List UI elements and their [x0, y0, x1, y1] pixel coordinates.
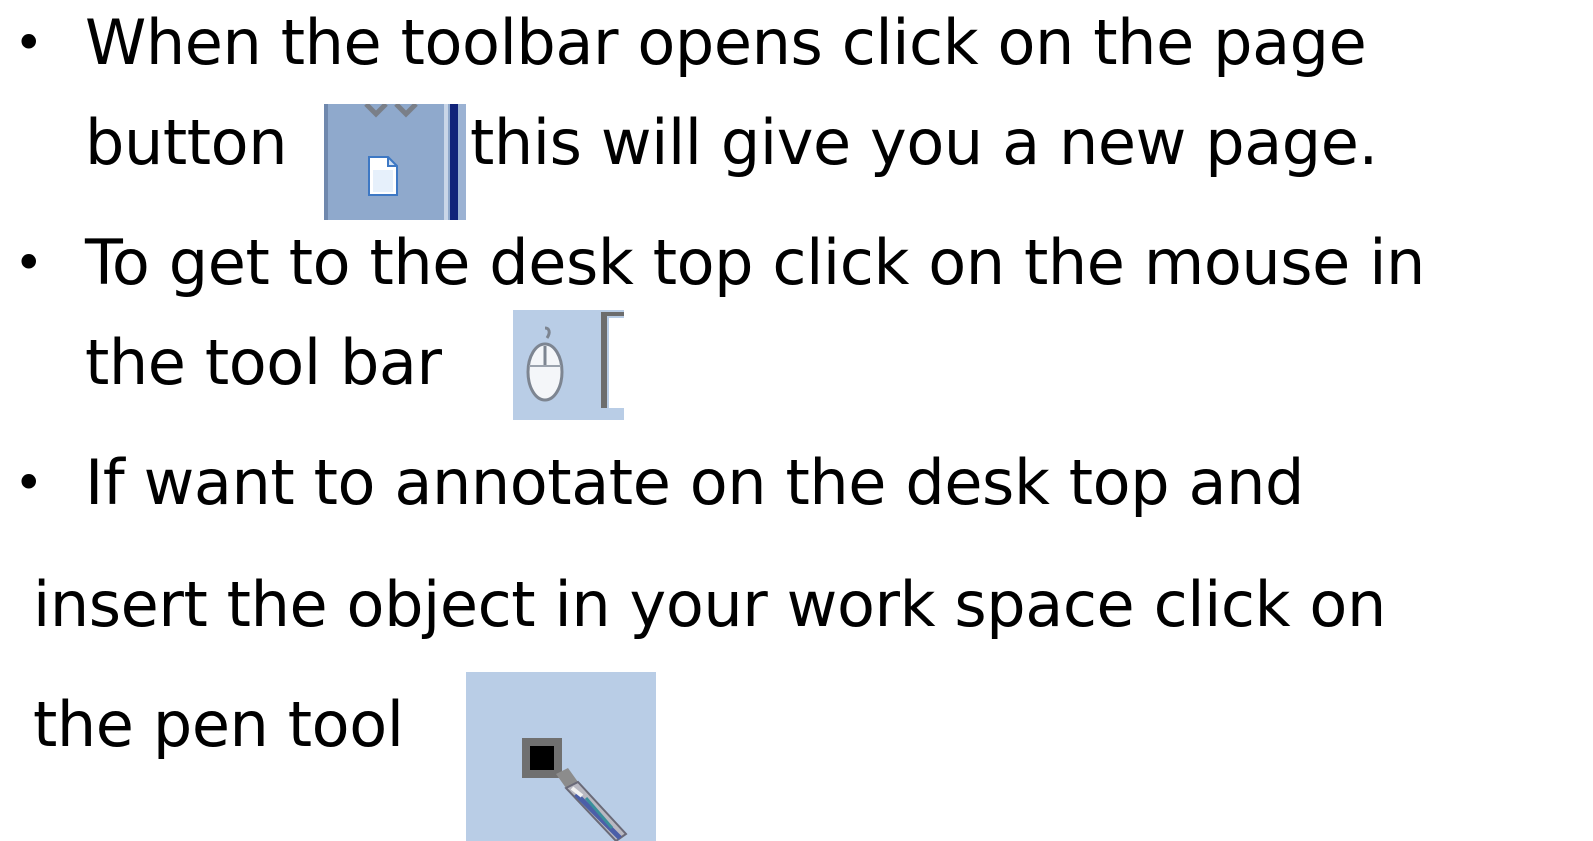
- bullet-1-line-1: When the toolbar opens click on the page: [85, 6, 1367, 79]
- toolbar-separator-light: [458, 104, 466, 220]
- bullet-2-line-1: To get to the desk top click on the mous…: [85, 226, 1425, 299]
- bullet-marker: •: [14, 14, 44, 72]
- bullet-2-line-2: the tool bar: [85, 326, 442, 399]
- pen-icon: [522, 738, 628, 841]
- chevron-down-icon: [364, 104, 418, 118]
- toolbar-separator-dark: [450, 104, 458, 220]
- bullet-1-line-2-end: this will give you a new page.: [470, 106, 1378, 179]
- bullet-3-line-2: insert the object in your work space cli…: [33, 568, 1386, 641]
- bullet-1-line-2-start: button: [85, 106, 288, 179]
- button-edge: [324, 104, 328, 220]
- pen-tool-button[interactable]: [466, 672, 656, 841]
- page-button[interactable]: [324, 104, 466, 220]
- mouse-icon: [526, 326, 564, 402]
- bullet-marker: •: [14, 454, 44, 512]
- bullet-3-line-1: If want to annotate on the desk top and: [85, 446, 1304, 519]
- page-icon: [368, 156, 398, 196]
- bullet-3-line-3: the pen tool: [33, 688, 404, 761]
- toolbar-separator: [444, 104, 448, 220]
- toolbar-separator: [601, 310, 624, 410]
- desktop-mouse-button[interactable]: [513, 310, 624, 420]
- bullet-marker: •: [14, 234, 44, 292]
